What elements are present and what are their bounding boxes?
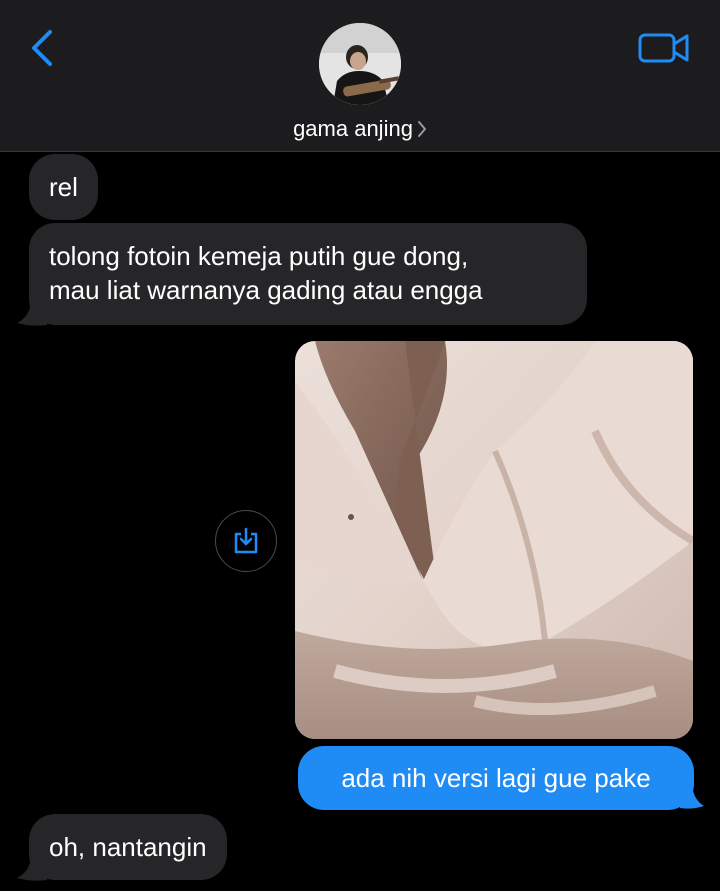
contact-name-button[interactable]: gama anjing (0, 116, 720, 142)
incoming-message-bubble[interactable]: rel (29, 154, 98, 220)
chevron-right-icon (417, 121, 426, 137)
message-text: ada nih versi lagi gue pake (341, 763, 651, 793)
contact-name: gama anjing (293, 116, 413, 141)
outgoing-message-bubble[interactable]: ada nih versi lagi gue pake (298, 746, 694, 810)
message-text: oh, nantangin (49, 832, 207, 862)
message-text-line: tolong fotoin kemeja putih gue dong, (49, 241, 469, 271)
conversation-header: gama anjing (0, 0, 720, 152)
incoming-message-bubble[interactable]: oh, nantangin (29, 814, 227, 880)
photo-message[interactable] (295, 341, 693, 739)
video-camera-icon[interactable] (636, 30, 692, 66)
incoming-message-bubble[interactable]: tolong fotoin kemeja putih gue dong, mau… (29, 223, 587, 325)
save-download-icon (234, 527, 258, 554)
save-photo-button[interactable] (215, 510, 277, 572)
photo-attachment (295, 341, 693, 739)
avatar[interactable] (319, 23, 401, 105)
bubble-tail (680, 786, 704, 809)
chat-screen: gama anjing rel tolong fotoin kemeja put… (0, 0, 720, 891)
message-text-line: mau liat warnanya gading atau engga (49, 275, 483, 305)
message-text: rel (49, 172, 78, 202)
chevron-left-icon[interactable] (26, 28, 60, 68)
